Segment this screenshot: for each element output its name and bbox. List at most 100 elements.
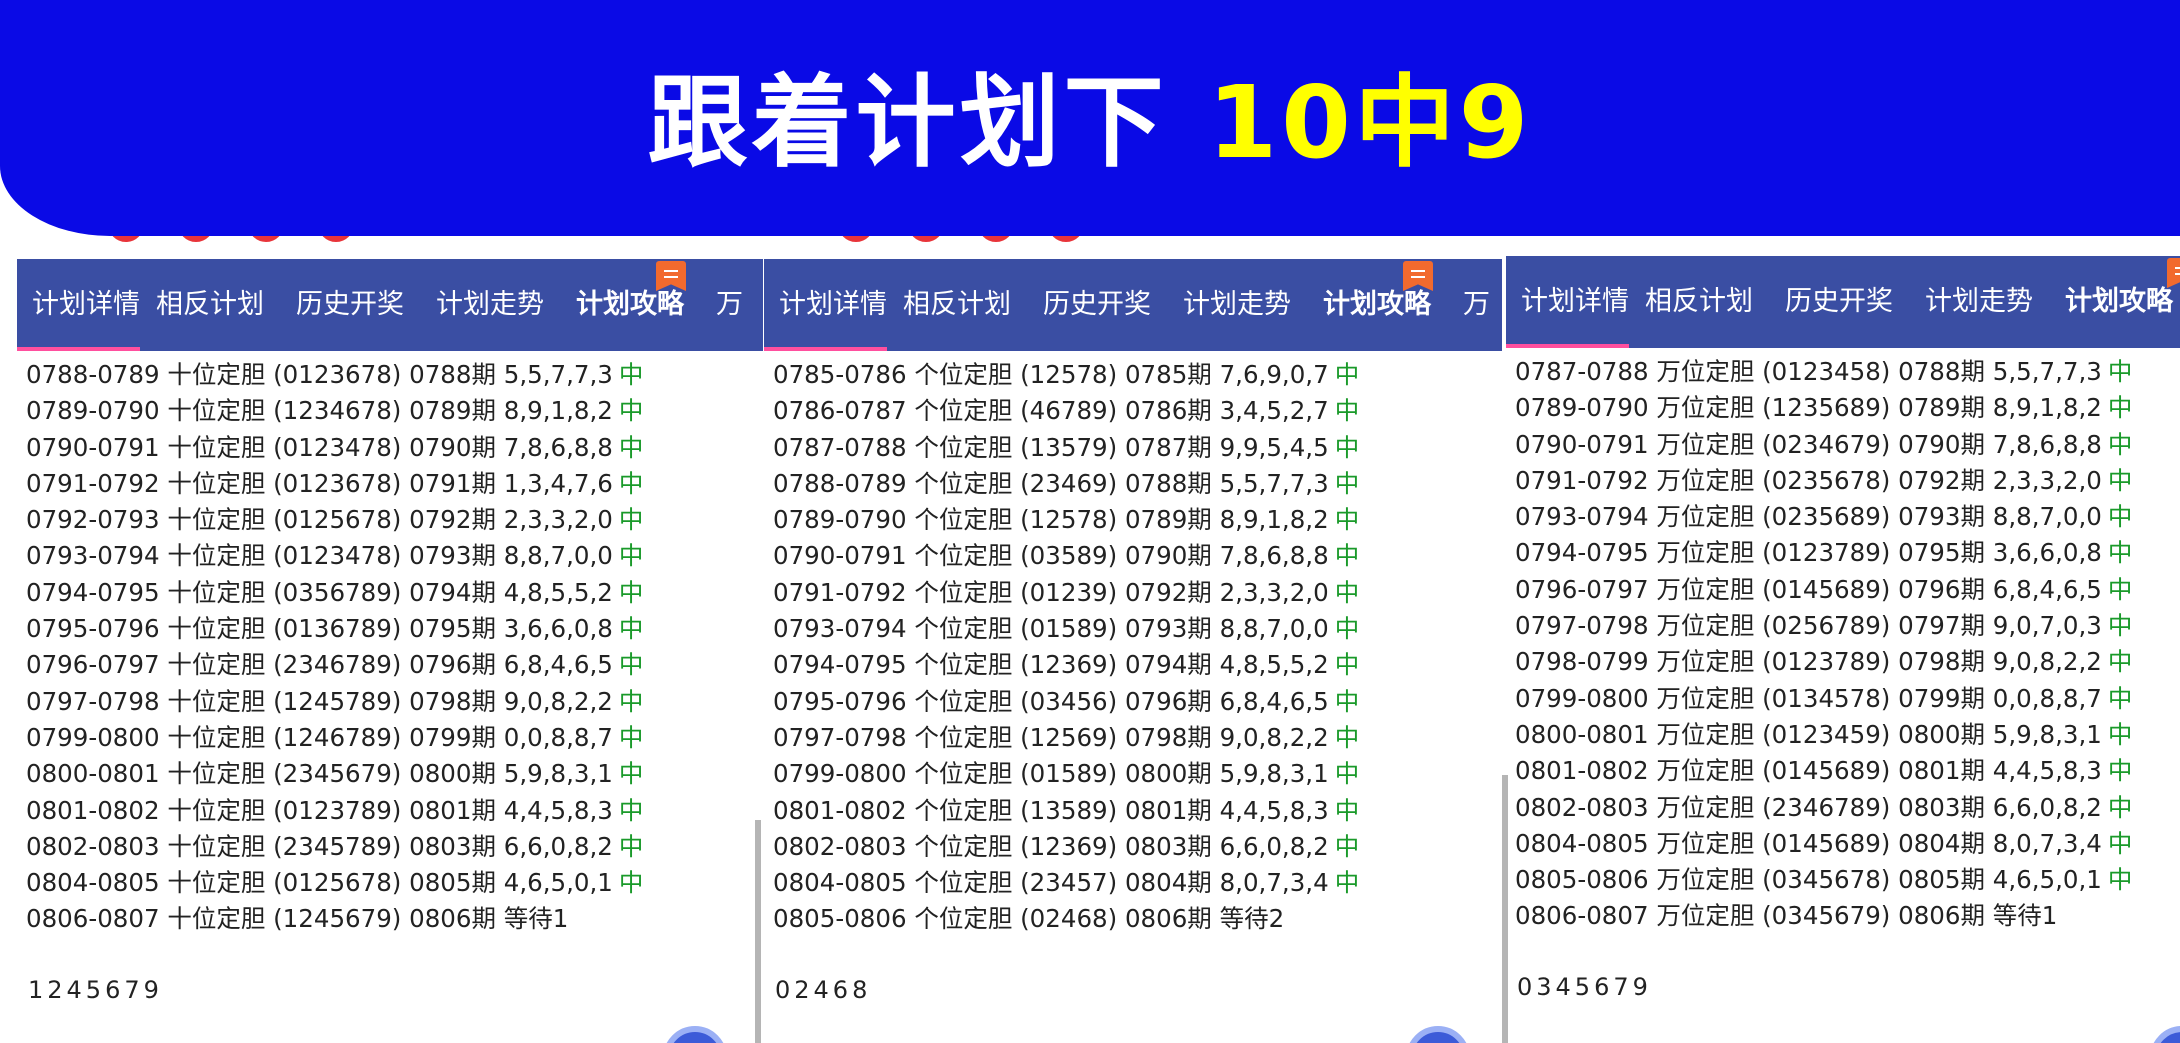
hit-label: 中 [2107, 538, 2133, 568]
tab-plan-guide[interactable]: 计划攻略 [2049, 256, 2180, 348]
scrollbar[interactable] [1502, 775, 1508, 1043]
tab-plan-details[interactable]: 计划详情 [17, 259, 140, 351]
tab-plan-guide[interactable]: 计划攻略 [1307, 259, 1447, 351]
list-item: 0798-0799 万位定胆 (0123789) 0798期 9,0,8,2,2… [1515, 644, 2132, 680]
tab-plan-trend[interactable]: 计划走势 [1909, 256, 2049, 348]
tab-draw-history[interactable]: 历史开奖 [280, 259, 420, 351]
row-text: 0796-0797 万位定胆 (0145689) 0796期 6,8,4,6,5 [1515, 574, 2102, 604]
bookmark-icon [1403, 261, 1433, 291]
hit-label: 中 [1334, 759, 1360, 789]
tab-plan-details[interactable]: 计划详情 [764, 259, 887, 351]
plan-panel-tens: 计划详情 相反计划 历史开奖 计划走势 计划攻略 万 0788-0789 十位定… [17, 236, 763, 1043]
list-item: 0804-0805 万位定胆 (0145689) 0804期 8,0,7,3,4… [1515, 826, 2132, 862]
row-text: 0802-0803 个位定胆 (12369) 0803期 6,6,0,8,2 [773, 831, 1329, 861]
hit-label: 中 [618, 505, 644, 535]
row-text: 0795-0796 十位定胆 (0136789) 0795期 3,6,6,0,8 [26, 614, 613, 644]
digit-pool: 1245679 [28, 976, 163, 1004]
row-text: 0795-0796 个位定胆 (03456) 0796期 6,8,4,6,5 [773, 686, 1329, 716]
list-item: 0800-0801 万位定胆 (0123459) 0800期 5,9,8,3,1… [1515, 717, 2132, 753]
hit-label: 中 [1334, 360, 1360, 389]
hit-label: 中 [618, 722, 644, 752]
row-text: 0794-0795 十位定胆 (0356789) 0794期 4,8,5,5,2 [26, 577, 613, 607]
row-text: 0790-0791 万位定胆 (0234679) 0790期 7,8,6,8,8 [1515, 429, 2102, 459]
tab-plan-guide-label: 计划攻略 [576, 289, 684, 320]
hit-label: 中 [2107, 502, 2133, 532]
floating-action-button[interactable] [663, 1026, 727, 1043]
row-text: 0797-0798 个位定胆 (12569) 0798期 9,0,8,2,2 [773, 722, 1329, 752]
hit-label: 中 [618, 360, 644, 389]
list-item: 0793-0794 万位定胆 (0235689) 0793期 8,8,7,0,0… [1515, 499, 2132, 535]
hit-label: 中 [1334, 650, 1360, 680]
list-item: 0793-0794 十位定胆 (0123478) 0793期 8,8,7,0,0… [26, 538, 643, 574]
tab-plan-guide-label: 计划攻略 [1323, 289, 1431, 320]
tab-plan-guide[interactable]: 计划攻略 [560, 259, 700, 351]
hit-label: 中 [1334, 614, 1360, 644]
row-text: 0787-0788 万位定胆 (0123458) 0788期 5,5,7,7,3 [1515, 357, 2102, 386]
tab-draw-history[interactable]: 历史开奖 [1769, 256, 1909, 348]
bookmark-icon [656, 261, 686, 291]
hit-label: 中 [2107, 683, 2133, 713]
list-item: 0796-0797 万位定胆 (0145689) 0796期 6,8,4,6,5… [1515, 572, 2132, 608]
tab-reverse-plan[interactable]: 相反计划 [140, 259, 280, 351]
list-item: 0786-0787 个位定胆 (46789) 0786期 3,4,5,2,7 中 [773, 393, 1359, 429]
list-item: 0796-0797 十位定胆 (2346789) 0796期 6,8,4,6,5… [26, 647, 643, 683]
plan-list: 0788-0789 十位定胆 (0123678) 0788期 5,5,7,7,3… [26, 357, 643, 938]
hit-label: 中 [618, 396, 644, 426]
tab-reverse-plan[interactable]: 相反计划 [1629, 256, 1769, 348]
list-item: 0805-0806 万位定胆 (0345678) 0805期 4,6,5,0,1… [1515, 862, 2132, 898]
tab-bar: 计划详情 相反计划 历史开奖 计划走势 计划攻略 [1506, 256, 2180, 348]
hit-label: 中 [1334, 468, 1360, 498]
plan-list: 0787-0788 万位定胆 (0123458) 0788期 5,5,7,7,3… [1515, 354, 2132, 935]
row-text: 0804-0805 个位定胆 (23457) 0804期 8,0,7,3,4 [773, 868, 1329, 898]
list-item: 0787-0788 个位定胆 (13579) 0787期 9,9,5,4,5 中 [773, 430, 1359, 466]
hit-label: 中 [1334, 396, 1360, 426]
tab-plan-guide-label: 计划攻略 [2065, 286, 2173, 317]
tab-reverse-plan[interactable]: 相反计划 [887, 259, 1027, 351]
hit-label: 中 [1334, 868, 1360, 898]
row-text: 0791-0792 十位定胆 (0123678) 0791期 1,3,4,7,6 [26, 468, 613, 498]
list-item: 0793-0794 个位定胆 (01589) 0793期 8,8,7,0,0 中 [773, 611, 1359, 647]
list-item: 0789-0790 十位定胆 (1234678) 0789期 8,9,1,8,2… [26, 393, 643, 429]
scrollbar[interactable] [755, 820, 761, 1043]
floating-action-button[interactable] [2150, 1026, 2180, 1043]
list-item: 0797-0798 万位定胆 (0256789) 0797期 9,0,7,0,3… [1515, 608, 2132, 644]
list-item: 0791-0792 十位定胆 (0123678) 0791期 1,3,4,7,6… [26, 466, 643, 502]
floating-action-button[interactable] [1406, 1026, 1470, 1043]
tab-plan-details[interactable]: 计划详情 [1506, 256, 1629, 348]
hit-label: 中 [1334, 795, 1360, 825]
row-text: 0804-0805 万位定胆 (0145689) 0804期 8,0,7,3,4 [1515, 828, 2102, 858]
tab-draw-history[interactable]: 历史开奖 [1027, 259, 1167, 351]
hit-label: 中 [2107, 429, 2133, 459]
row-text: 0799-0800 万位定胆 (0134578) 0799期 0,0,8,8,7 [1515, 683, 2102, 713]
hit-label: 中 [2107, 647, 2133, 677]
tab-more[interactable]: 万 [1447, 259, 1502, 351]
banner-title: 跟着计划下 10中9 [648, 41, 1533, 186]
hit-label: 中 [618, 541, 644, 571]
list-item: 0792-0793 十位定胆 (0125678) 0792期 2,3,3,2,0… [26, 502, 643, 538]
list-item-pending: 0805-0806 个位定胆 (02468) 0806期 等待2 [773, 901, 1359, 937]
hit-label: 中 [618, 432, 644, 462]
row-text: 0794-0795 个位定胆 (12369) 0794期 4,8,5,5,2 [773, 650, 1329, 680]
hit-label: 中 [1334, 432, 1360, 462]
tab-plan-trend[interactable]: 计划走势 [420, 259, 560, 351]
row-text: 0794-0795 万位定胆 (0123789) 0795期 3,6,6,0,8 [1515, 538, 2102, 568]
hit-label: 中 [1334, 686, 1360, 716]
tab-plan-trend[interactable]: 计划走势 [1167, 259, 1307, 351]
list-item: 0799-0800 个位定胆 (01589) 0800期 5,9,8,3,1 中 [773, 756, 1359, 792]
row-text: 0790-0791 十位定胆 (0123478) 0790期 7,8,6,8,8 [26, 432, 613, 462]
row-text: 0788-0789 个位定胆 (23469) 0788期 5,5,7,7,3 [773, 468, 1329, 498]
banner-title-text: 跟着计划下 [647, 63, 1168, 181]
hit-label: 中 [618, 759, 644, 789]
list-item: 0801-0802 十位定胆 (0123789) 0801期 4,4,5,8,3… [26, 793, 643, 829]
row-text: 0801-0802 个位定胆 (13589) 0801期 4,4,5,8,3 [773, 795, 1329, 825]
tab-more[interactable]: 万 [700, 259, 759, 351]
list-item: 0802-0803 十位定胆 (2345789) 0803期 6,6,0,8,2… [26, 829, 643, 865]
list-item: 0794-0795 十位定胆 (0356789) 0794期 4,8,5,5,2… [26, 575, 643, 611]
row-text: 0789-0790 十位定胆 (1234678) 0789期 8,9,1,8,2 [26, 396, 613, 426]
hit-label: 中 [2107, 574, 2133, 604]
row-text: 0802-0803 十位定胆 (2345789) 0803期 6,6,0,8,2 [26, 831, 613, 861]
row-text: 0804-0805 十位定胆 (0125678) 0805期 4,6,5,0,1 [26, 868, 613, 898]
hit-label: 中 [1334, 577, 1360, 607]
row-text: 0791-0792 万位定胆 (0235678) 0792期 2,3,3,2,0 [1515, 465, 2102, 495]
page: 跟着计划下 10中9 计划详情 相反计划 历史开奖 计划走势 计划攻略 万 078… [0, 0, 2180, 1043]
